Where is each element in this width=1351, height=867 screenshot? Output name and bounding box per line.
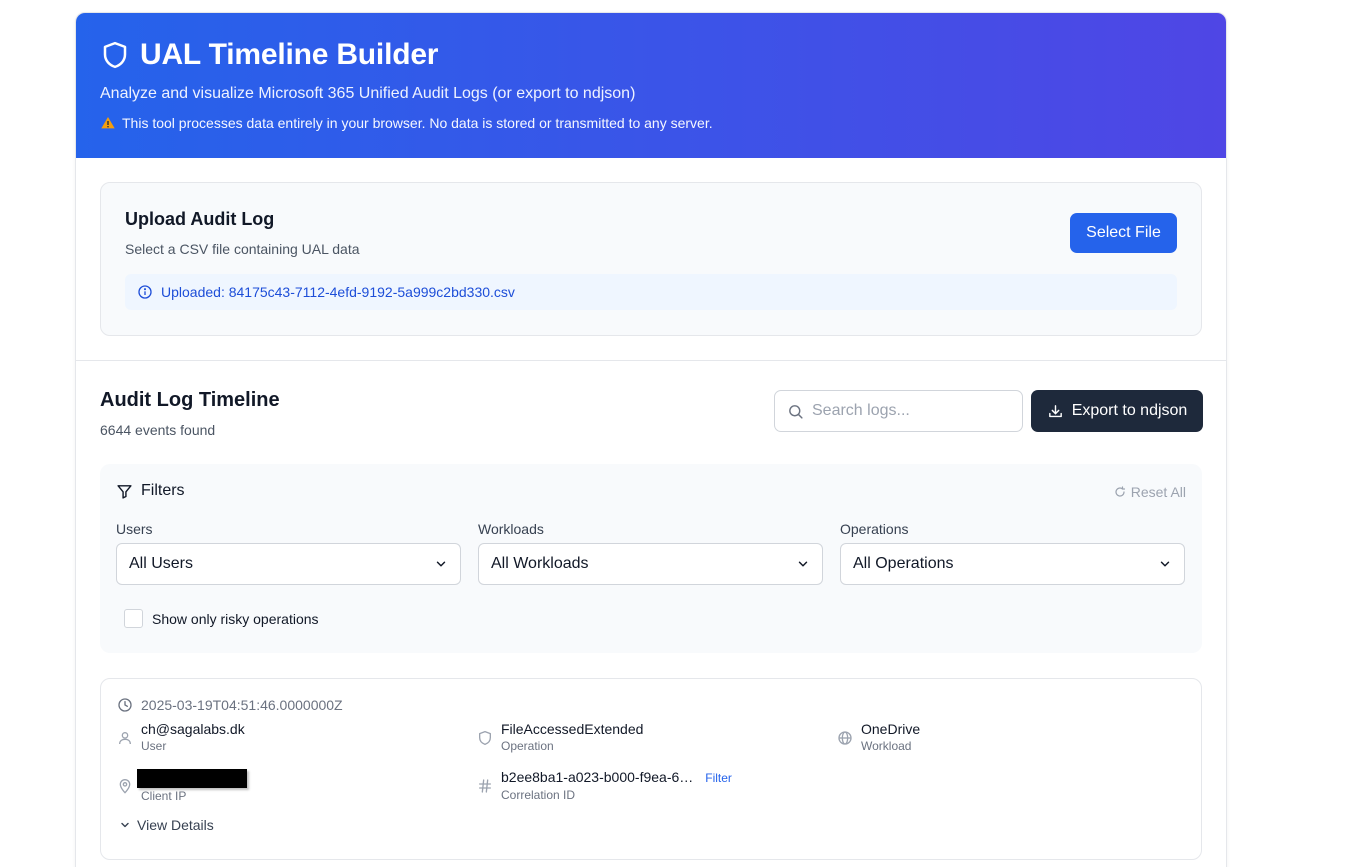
event-card: 2025-03-19T04:51:46.0000000Z ch@sagalabs… [100, 678, 1202, 860]
info-icon [138, 285, 152, 299]
upload-description: Select a CSV file containing UAL data [125, 241, 360, 257]
chevron-down-icon [798, 561, 808, 567]
privacy-notice-text: This tool processes data entirely in you… [122, 115, 713, 131]
filter-grid: Users All Users Workloads All Workloads … [116, 521, 1186, 585]
page-subtitle: Analyze and visualize Microsoft 365 Unif… [100, 85, 636, 102]
upload-card: Upload Audit Log Select a CSV file conta… [100, 182, 1202, 336]
page-title: UAL Timeline Builder [140, 38, 439, 71]
chevron-down-icon [436, 561, 446, 567]
workloads-select-value: All Workloads [491, 555, 589, 572]
view-details-label: View Details [137, 817, 214, 833]
redacted-block [137, 769, 247, 788]
event-user-field: ch@sagalabs.dk User [117, 721, 245, 754]
operations-select-value: All Operations [853, 555, 954, 572]
header-banner: UAL Timeline Builder Analyze and visuali… [76, 13, 1226, 158]
event-operation-value: FileAccessedExtended [501, 721, 644, 737]
view-details-toggle[interactable]: View Details [119, 817, 1185, 833]
event-correlation-label: Correlation ID [501, 788, 576, 802]
filter-icon [117, 484, 132, 499]
event-timestamp-text: 2025-03-19T04:51:46.0000000Z [141, 697, 343, 713]
risky-operations-checkbox[interactable] [124, 609, 143, 628]
event-operation-label: Operation [501, 739, 554, 753]
event-client-ip-label: Client IP [141, 789, 187, 803]
uploaded-file-text: Uploaded: 84175c43-7112-4efd-9192-5a999c… [161, 284, 515, 300]
filters-title: Filters [141, 482, 185, 499]
download-icon [1048, 404, 1062, 417]
refresh-icon [1115, 486, 1125, 497]
filters-panel: Filters Reset All Users All Users Worklo… [100, 464, 1202, 653]
user-icon [119, 732, 131, 745]
search-input[interactable] [812, 402, 1002, 420]
users-select-value: All Users [129, 555, 194, 572]
export-button-label: Export to ndjson [1071, 402, 1188, 419]
event-user-value: ch@sagalabs.dk [141, 721, 245, 737]
event-client-ip-value [137, 769, 247, 788]
operations-filter: Operations All Operations [840, 521, 1185, 585]
event-workload-label: Workload [861, 739, 912, 753]
privacy-notice: This tool processes data entirely in you… [100, 115, 1202, 131]
event-correlation-value: b2ee8ba1-a023-b000-f9ea-6… [501, 769, 694, 785]
app-window: UAL Timeline Builder Analyze and visuali… [75, 12, 1227, 867]
users-select[interactable]: All Users [116, 543, 461, 585]
shield-icon [479, 731, 491, 745]
globe-icon [838, 731, 852, 745]
upload-title: Upload Audit Log [125, 209, 275, 229]
warning-icon [101, 117, 115, 129]
filters-header: Filters [116, 482, 1186, 500]
event-correlation-field: b2ee8ba1-a023-b000-f9ea-6… Filter Correla… [477, 769, 732, 803]
event-correlation-row: b2ee8ba1-a023-b000-f9ea-6… Filter [501, 769, 732, 787]
export-ndjson-button[interactable]: Export to ndjson [1031, 390, 1203, 432]
shield-icon [103, 41, 127, 69]
event-client-ip-field: Client IP [117, 769, 247, 804]
map-pin-icon [119, 779, 131, 794]
workloads-filter: Workloads All Workloads [478, 521, 823, 585]
upload-section: Upload Audit Log Select a CSV file conta… [76, 158, 1226, 361]
workloads-select[interactable]: All Workloads [478, 543, 823, 585]
risky-operations-label[interactable]: Show only risky operations [152, 611, 319, 627]
clock-icon [118, 698, 132, 712]
event-timestamp: 2025-03-19T04:51:46.0000000Z [117, 697, 1185, 713]
operations-select[interactable]: All Operations [840, 543, 1185, 585]
correlation-filter-link[interactable]: Filter [705, 771, 732, 785]
uploaded-file-status: Uploaded: 84175c43-7112-4efd-9192-5a999c… [125, 274, 1177, 310]
search-icon [789, 404, 803, 419]
event-workload-value: OneDrive [861, 721, 921, 737]
hash-icon [479, 779, 491, 793]
chevron-down-icon [1160, 561, 1170, 567]
select-file-button[interactable]: Select File [1070, 213, 1177, 253]
event-user-label: User [141, 739, 167, 753]
search-box[interactable] [774, 390, 1023, 432]
event-fields: ch@sagalabs.dk User FileAccessedExtended… [117, 721, 1185, 817]
timeline-section: Audit Log Timeline 6644 events found Exp… [76, 361, 1226, 860]
event-operation-field: FileAccessedExtended Operation [477, 721, 643, 754]
event-workload-field: OneDrive Workload [837, 721, 920, 754]
users-filter-label: Users [116, 521, 153, 537]
operations-filter-label: Operations [840, 521, 909, 537]
title-row: UAL Timeline Builder [100, 38, 1202, 71]
users-filter: Users All Users [116, 521, 461, 585]
reset-all-label: Reset All [1130, 484, 1186, 500]
chevron-down-icon [121, 822, 129, 828]
risky-operations-toggle: Show only risky operations [124, 609, 1186, 628]
reset-all-button[interactable]: Reset All [1114, 484, 1186, 500]
workloads-filter-label: Workloads [478, 521, 544, 537]
